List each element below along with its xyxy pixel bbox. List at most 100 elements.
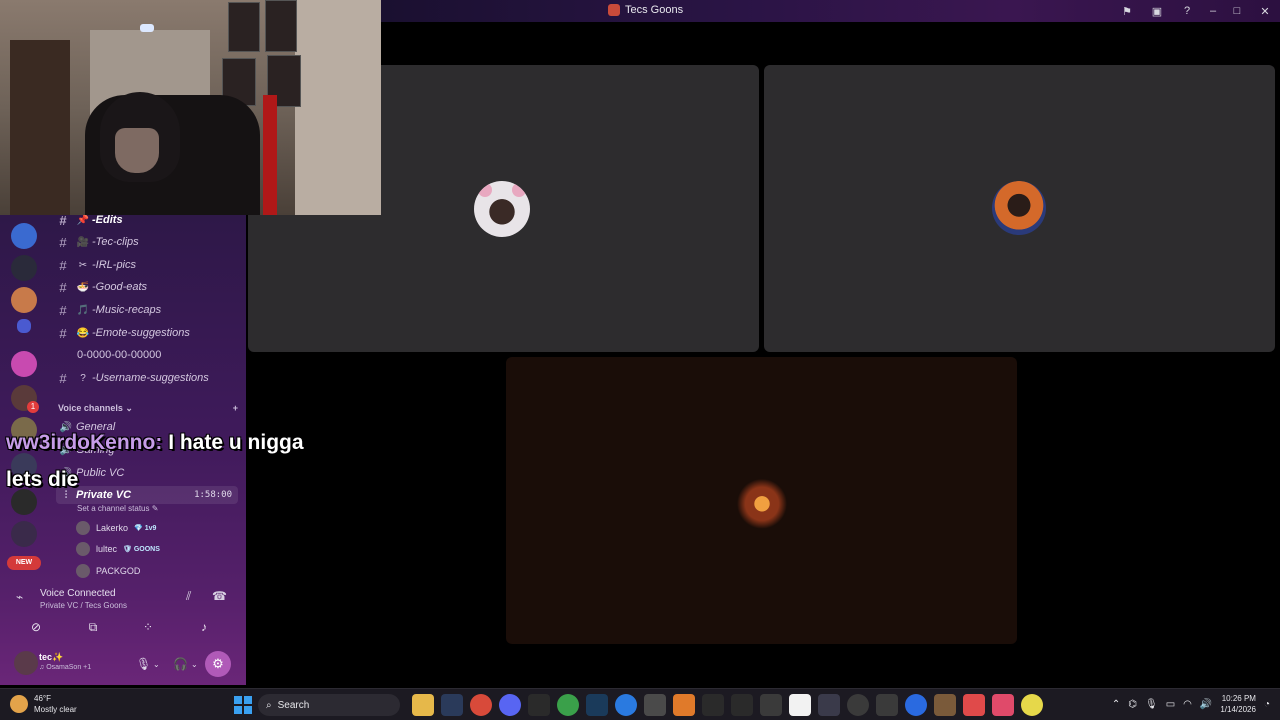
store-icon[interactable] [441, 694, 463, 716]
xbox-icon[interactable] [557, 694, 579, 716]
weather-desc: Mostly clear [34, 705, 77, 714]
browser-icon[interactable] [615, 694, 637, 716]
disconnect-icon[interactable]: ☎ [212, 589, 227, 603]
file-explorer-icon[interactable] [412, 694, 434, 716]
server-icon-8[interactable] [11, 489, 37, 515]
app-icon[interactable] [905, 694, 927, 716]
voice-channel-label: Private VC [76, 489, 132, 501]
channel-list: # 📌 -Edits # 🎥 -Tec-clips # ✂ -IRL-pics … [50, 213, 242, 590]
chevron-down-icon[interactable]: ⌄ [153, 660, 160, 669]
weather-widget[interactable]: 46°F Mostly clear [10, 693, 77, 715]
server-icon-2[interactable] [11, 255, 37, 281]
taskbar-apps [412, 694, 1043, 716]
discord-icon[interactable] [499, 694, 521, 716]
video-tile-2[interactable] [764, 65, 1275, 352]
ear-left-icon [478, 183, 492, 197]
volume-icon[interactable]: 🔊 [1200, 699, 1212, 710]
server-icon-9[interactable] [11, 521, 37, 547]
server-icon-4[interactable] [11, 351, 37, 377]
hash-icon: # [59, 325, 67, 341]
inbox-icon[interactable]: ⚑ [1112, 0, 1142, 22]
channel-status[interactable]: Set a channel status ✎ [77, 504, 158, 513]
server-icon-3[interactable] [11, 287, 37, 313]
channel-item[interactable]: # 🎵 -Music-recaps [50, 300, 240, 320]
steam-icon[interactable] [586, 694, 608, 716]
taskbar-search[interactable]: ⌕ Search [258, 694, 400, 716]
voice-channel-label: Public VC [76, 467, 125, 479]
channel-item[interactable]: # ? -Username-suggestions [50, 368, 240, 388]
activities-button[interactable]: ⁘ [122, 615, 174, 639]
vlc-icon[interactable] [673, 694, 695, 716]
chevron-up-icon[interactable]: ⌃ [1112, 699, 1120, 710]
channel-item[interactable]: # ✂ -IRL-pics [50, 255, 240, 275]
windows-logo-icon [234, 706, 242, 714]
headphones-icon[interactable]: 🎧 [173, 657, 188, 671]
app-icon[interactable] [789, 694, 811, 716]
microphone-icon[interactable]: 🎙 [136, 657, 151, 671]
app-icon[interactable] [847, 694, 869, 716]
settings-icon[interactable] [731, 694, 753, 716]
app-icon[interactable] [963, 694, 985, 716]
folder-icon[interactable] [17, 319, 31, 333]
signal-icon[interactable]: ⌁ [16, 590, 23, 604]
channel-item[interactable]: # 🎥 -Tec-clips [50, 232, 240, 252]
capcut-icon[interactable] [644, 694, 666, 716]
user-name[interactable]: tec✨ [39, 652, 63, 663]
microphone-icon[interactable]: 🎙 [1145, 699, 1158, 710]
minimize-button[interactable]: – [1202, 0, 1224, 22]
add-channel-icon[interactable]: + [233, 403, 238, 414]
network-icon[interactable]: ⌬ [1128, 699, 1137, 710]
voice-status-title: Voice Connected [40, 588, 116, 599]
channel-emoji: ✂ [78, 259, 88, 271]
notification-icon[interactable]: ◔ [1264, 699, 1270, 710]
chat-overlay-line1: ww3irdoKenno: I hate u nigga [6, 431, 304, 455]
channel-item[interactable]: # 🍜 -Good-eats [50, 277, 240, 297]
maximize-button[interactable]: □ [1224, 0, 1250, 22]
noise-suppression-icon[interactable]: ⫽ [186, 589, 191, 604]
wifi-icon[interactable]: ◠ [1183, 699, 1192, 710]
clock[interactable]: 10:26 PM 1/14/2026 [1220, 693, 1256, 715]
channel-emoji: 🎥 [76, 236, 90, 248]
voice-connected-panel: ⌁ Voice Connected Private VC / Tecs Goon… [6, 587, 240, 645]
weather-temp: 46°F [34, 694, 51, 703]
voice-channels-header[interactable]: Voice channels ⌄ + [58, 403, 238, 414]
app-icon[interactable] [876, 694, 898, 716]
voice-channel-item[interactable]: 🔊 Public VC [56, 464, 238, 482]
epic-games-icon[interactable] [528, 694, 550, 716]
close-button[interactable]: ✕ [1250, 0, 1280, 22]
voice-member[interactable]: Lakerko 💎 1v9 [76, 519, 156, 537]
avatar[interactable] [14, 651, 38, 675]
channel-item[interactable]: # 😂 -Emote-suggestions [50, 323, 240, 343]
channel-emoji: 🎵 [76, 304, 90, 316]
video-tile-3[interactable] [506, 357, 1017, 644]
help-icon[interactable]: ? [1172, 0, 1202, 22]
channel-item[interactable]: 0-0000-00-00000 [50, 345, 240, 365]
server-icon-1[interactable] [11, 223, 37, 249]
server-icon-5[interactable]: 1 [11, 385, 39, 413]
music-icon[interactable] [992, 694, 1014, 716]
webcam-red-strip [263, 95, 277, 215]
voice-member[interactable]: PACKGOD [76, 562, 140, 580]
screen-icon[interactable]: ▣ [1142, 0, 1172, 22]
chevron-down-icon[interactable]: ⌄ [191, 660, 198, 669]
member-name: PACKGOD [96, 566, 141, 576]
webcam-poster [265, 0, 297, 52]
soundboard-button[interactable]: ♪ [178, 615, 230, 639]
screen-share-button[interactable]: ⧉ [67, 615, 119, 639]
app-icon[interactable] [1021, 694, 1043, 716]
voice-status-subtitle[interactable]: Private VC / Tecs Goons [40, 601, 127, 610]
pen-icon[interactable] [702, 694, 724, 716]
window-title: Tecs Goons [625, 4, 684, 16]
display-icon[interactable]: ▭ [1166, 699, 1175, 710]
chrome-icon[interactable] [470, 694, 492, 716]
camera-off-button[interactable]: ⊘ [10, 615, 62, 639]
app-icon[interactable] [934, 694, 956, 716]
voice-member[interactable]: lultec 🛡 GOONS [76, 540, 160, 558]
gear-icon[interactable]: ⚙ [205, 651, 231, 677]
window-title-group: Tecs Goons [608, 4, 683, 16]
server-logo-icon [608, 4, 620, 16]
voice-channel-item-active[interactable]: ⫶ Private VC 1:58:00 [56, 486, 238, 504]
app-icon[interactable] [760, 694, 782, 716]
app-icon[interactable] [818, 694, 840, 716]
start-button[interactable] [234, 696, 252, 714]
